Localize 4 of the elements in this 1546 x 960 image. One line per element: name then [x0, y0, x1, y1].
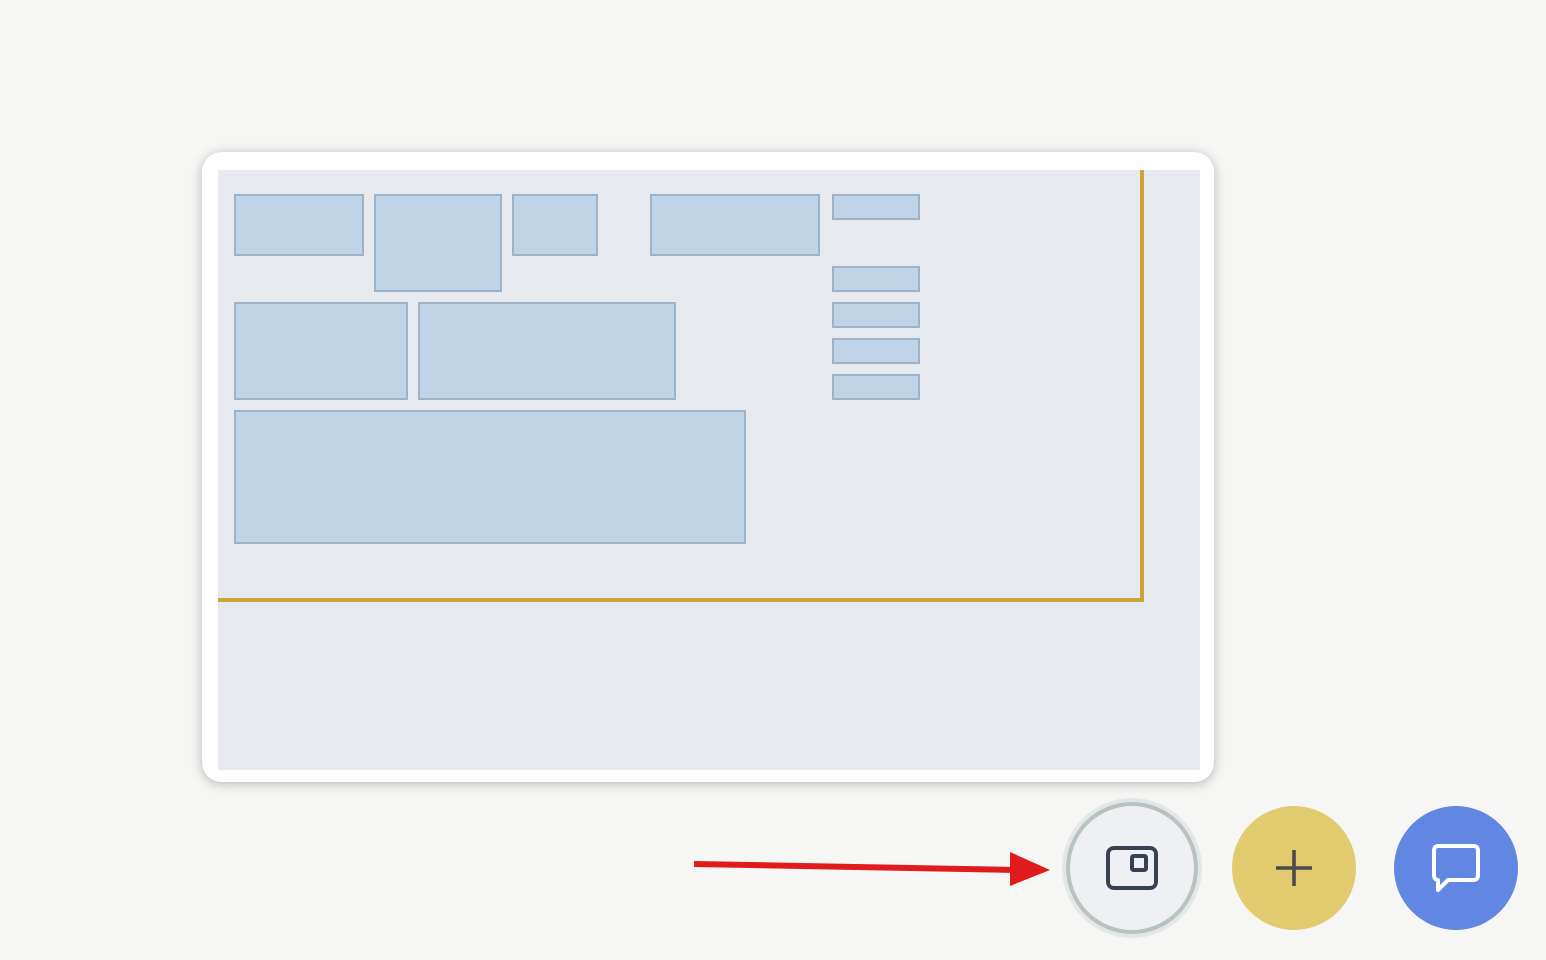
- minimap-icon: [1106, 846, 1158, 890]
- plus-icon: [1274, 848, 1314, 888]
- chat-icon: [1430, 842, 1482, 894]
- minimap-button[interactable]: [1070, 806, 1194, 930]
